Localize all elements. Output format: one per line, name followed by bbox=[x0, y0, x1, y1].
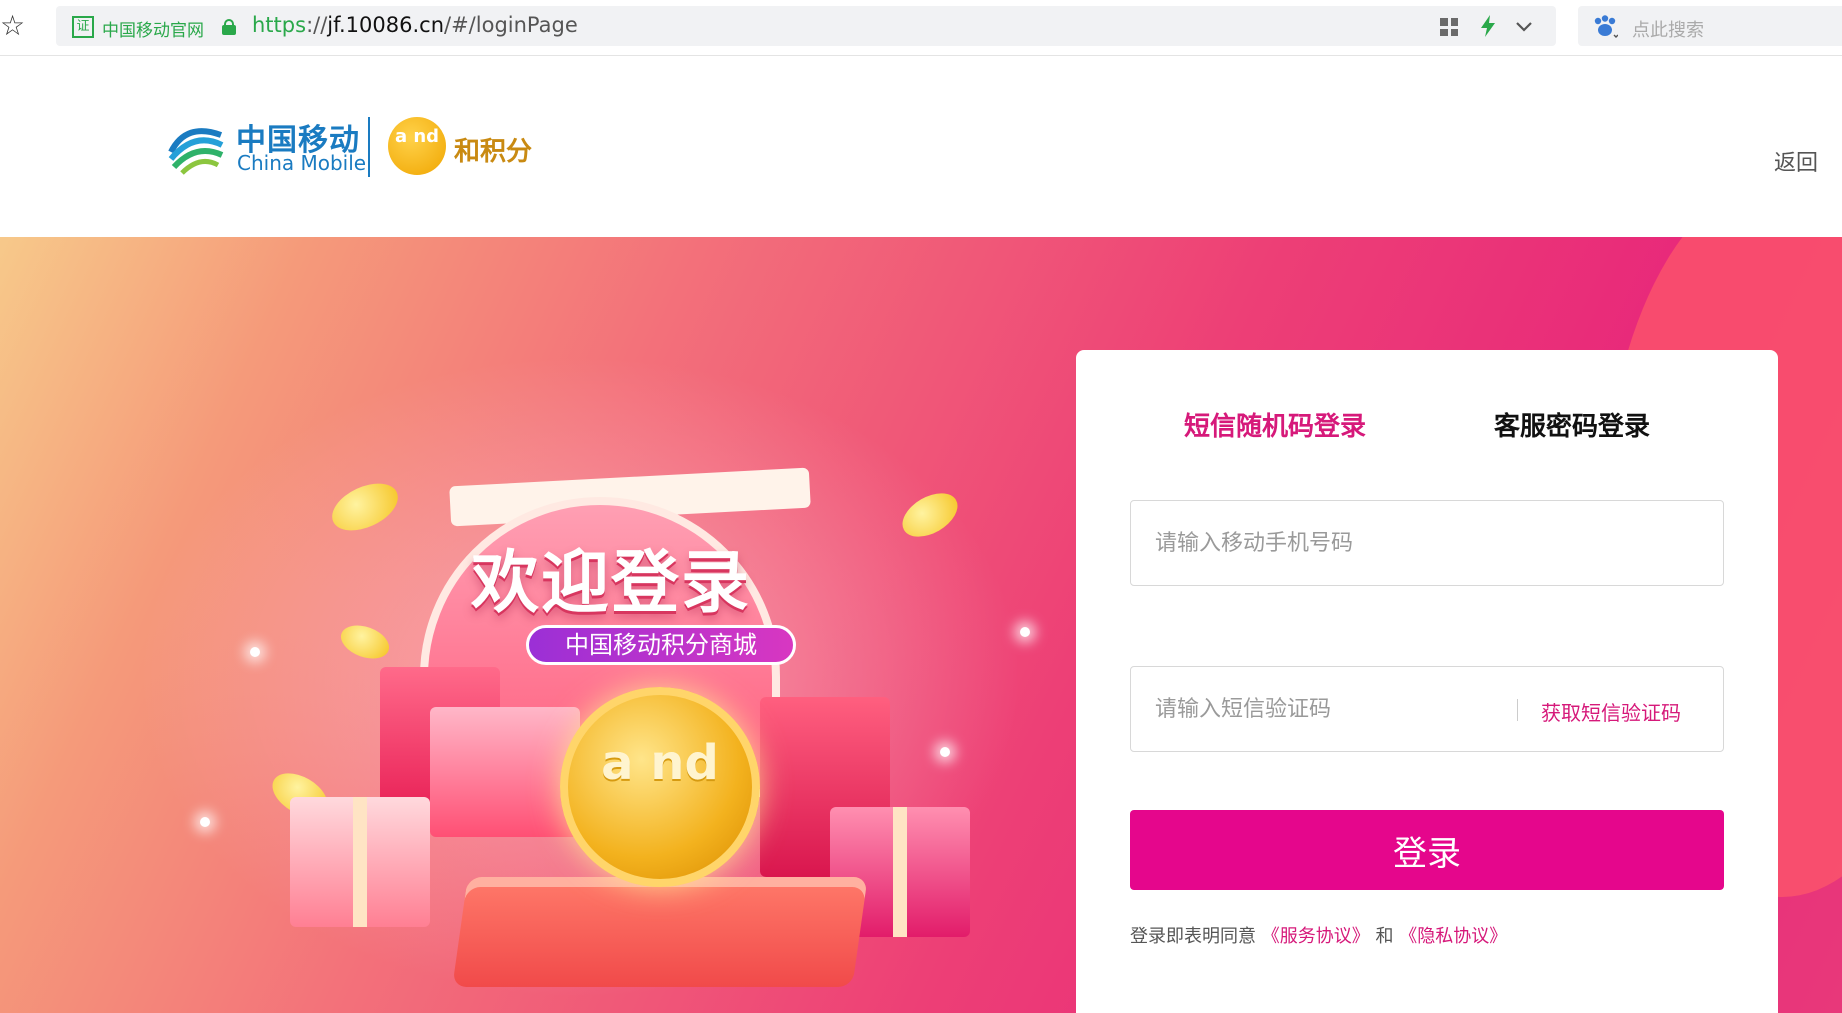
tab-password-login[interactable]: 客服密码登录 bbox=[1494, 406, 1650, 443]
browser-toolbar: ☆ 证 中国移动官网 https://jf.10086.cn/#/loginPa… bbox=[0, 0, 1842, 56]
phone-input[interactable] bbox=[1131, 501, 1723, 585]
search-placeholder: 点此搜索 bbox=[1632, 20, 1704, 41]
login-card: 短信随机码登录 客服密码登录 获取短信验证码 登录 登录即表明同意 《服务协议》… bbox=[1076, 350, 1778, 1013]
paw-icon bbox=[1594, 15, 1618, 38]
qr-icon[interactable] bbox=[1440, 18, 1458, 36]
agreement-prefix: 登录即表明同意 bbox=[1130, 926, 1256, 947]
sparkle bbox=[200, 817, 210, 827]
logo-divider bbox=[368, 117, 370, 177]
site-header: 中国移动 China Mobile a nd 和积分 返回 bbox=[0, 57, 1842, 237]
login-button[interactable]: 登录 bbox=[1130, 810, 1724, 890]
hero-banner: a nd 欢迎登录 中国移动积分商城 短信随机码登录 客服密码登录 获取短信验证… bbox=[0, 237, 1842, 1013]
welcome-title: 欢迎登录 bbox=[470, 544, 751, 623]
and-logo-icon: a nd bbox=[388, 117, 446, 175]
agreement-and: 和 bbox=[1375, 926, 1394, 947]
sparkle bbox=[940, 747, 950, 757]
floating-coin bbox=[324, 474, 406, 540]
sms-code-input[interactable] bbox=[1131, 667, 1511, 751]
chevron-down-icon[interactable] bbox=[1514, 16, 1534, 36]
sparkle bbox=[1020, 627, 1030, 637]
back-link[interactable]: 返回 bbox=[1774, 145, 1818, 177]
tab-sms-login[interactable]: 短信随机码登录 bbox=[1184, 406, 1366, 443]
star-icon[interactable]: ☆ bbox=[0, 12, 28, 42]
get-sms-code-button[interactable]: 获取短信验证码 bbox=[1541, 697, 1681, 726]
coin-stage bbox=[452, 877, 868, 987]
code-separator bbox=[1517, 699, 1518, 721]
cert-icon[interactable]: 证 bbox=[72, 16, 94, 38]
address-bar[interactable]: 证 中国移动官网 https://jf.10086.cn/#/loginPage bbox=[56, 6, 1556, 46]
browser-search-box[interactable]: 点此搜索 bbox=[1578, 6, 1842, 46]
gift-box bbox=[430, 707, 580, 837]
lock-icon[interactable] bbox=[222, 19, 236, 35]
gift-ribbon bbox=[893, 807, 907, 937]
welcome-subtitle: 中国移动积分商城 bbox=[526, 625, 796, 665]
floating-coin bbox=[336, 619, 394, 665]
coin-text: a nd bbox=[601, 735, 719, 791]
site-identity-label[interactable]: 中国移动官网 bbox=[102, 16, 204, 41]
brand-name-en: China Mobile bbox=[237, 151, 367, 175]
china-mobile-logo-icon[interactable] bbox=[166, 117, 226, 177]
floating-coin bbox=[895, 484, 965, 546]
bolt-icon[interactable] bbox=[1478, 14, 1498, 38]
phone-field[interactable] bbox=[1130, 500, 1724, 586]
privacy-agreement-link[interactable]: 《隐私协议》 bbox=[1399, 926, 1507, 947]
sparkle bbox=[250, 647, 260, 657]
gift-ribbon bbox=[353, 797, 367, 927]
url-text[interactable]: https://jf.10086.cn/#/loginPage bbox=[252, 13, 578, 37]
service-agreement-link[interactable]: 《服务协议》 bbox=[1262, 926, 1370, 947]
sms-code-field[interactable]: 获取短信验证码 bbox=[1130, 666, 1724, 752]
and-coin: a nd bbox=[560, 687, 760, 887]
welcome-illustration: a nd 欢迎登录 中国移动积分商城 bbox=[180, 467, 1060, 1013]
points-brand-label: 和积分 bbox=[454, 137, 533, 167]
agreement-text: 登录即表明同意 《服务协议》 和 《隐私协议》 bbox=[1130, 922, 1507, 948]
